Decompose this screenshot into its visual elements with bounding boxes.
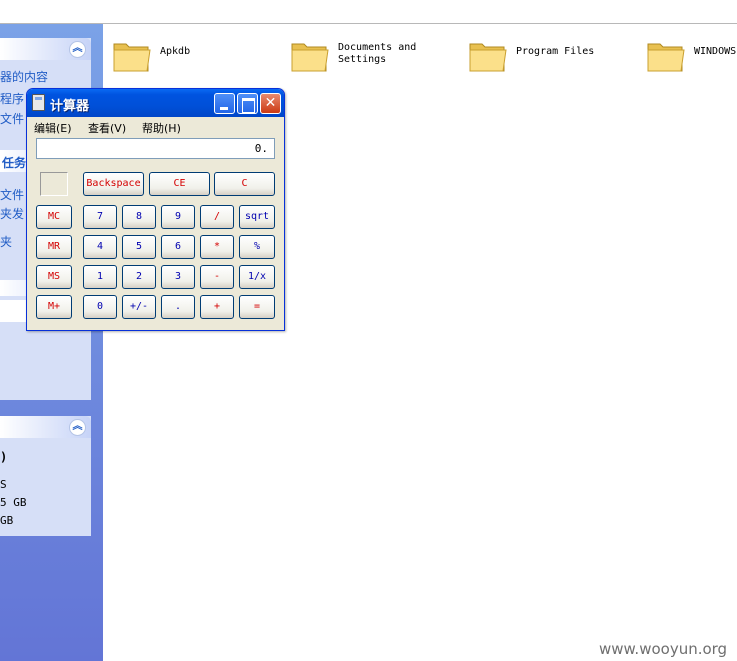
sign-toggle-button[interactable]: +/- [122, 295, 156, 319]
task-link-1[interactable]: 器的内容 [0, 68, 48, 85]
details-line-2: S [0, 478, 7, 491]
digit-8-button[interactable]: 8 [122, 205, 156, 229]
folder-item[interactable]: Apkdb [112, 36, 272, 78]
percent-button[interactable]: % [239, 235, 275, 259]
menu-view[interactable]: 查看(V) [88, 120, 126, 136]
maximize-icon[interactable] [237, 93, 258, 114]
reciprocal-button[interactable]: 1/x [239, 265, 275, 289]
equals-button[interactable]: = [239, 295, 275, 319]
digit-2-button[interactable]: 2 [122, 265, 156, 289]
memory-add-button[interactable]: M+ [36, 295, 72, 319]
digit-3-button[interactable]: 3 [161, 265, 195, 289]
digit-9-button[interactable]: 9 [161, 205, 195, 229]
folder-item[interactable]: Documents and Settings [290, 36, 450, 78]
memory-store-button[interactable]: MS [36, 265, 72, 289]
menu-edit[interactable]: 编辑(E) [34, 120, 72, 136]
memory-indicator [40, 172, 68, 196]
close-icon[interactable]: ✕ [260, 93, 281, 114]
task-link-2[interactable]: 程序 [0, 90, 24, 107]
folder-icon [291, 43, 329, 72]
clear-button[interactable]: C [214, 172, 275, 196]
task-link-6[interactable]: 夹 [0, 233, 12, 250]
add-button[interactable]: + [200, 295, 234, 319]
folder-icon [113, 43, 151, 72]
clear-entry-button[interactable]: CE [149, 172, 210, 196]
folder-item[interactable]: WINDOWS [646, 36, 737, 78]
folder-label: Apkdb [160, 46, 191, 57]
folder-item[interactable]: Program Files [468, 36, 628, 78]
calculator-window: 计算器 ✕ 编辑(E) 查看(V) 帮助(H) 0. Backspace CE … [26, 88, 285, 331]
task-pane-box-1-header[interactable]: ︽ [0, 38, 91, 60]
calculator-title-bar[interactable]: 计算器 ✕ [27, 89, 284, 117]
decimal-point-button[interactable]: . [161, 295, 195, 319]
calculator-display: 0. [36, 138, 275, 159]
digit-0-button[interactable]: 0 [83, 295, 117, 319]
folder-label: WINDOWS [694, 46, 737, 57]
digit-1-button[interactable]: 1 [83, 265, 117, 289]
calculator-title: 计算器 [50, 99, 90, 114]
details-line-4: GB [0, 514, 14, 527]
details-line-1: ) [0, 450, 8, 464]
divide-button[interactable]: / [200, 205, 234, 229]
details-line-3: 5 GB [0, 496, 27, 509]
digit-5-button[interactable]: 5 [122, 235, 156, 259]
calculator-app-icon[interactable] [32, 94, 45, 111]
digit-4-button[interactable]: 4 [83, 235, 117, 259]
digit-7-button[interactable]: 7 [83, 205, 117, 229]
task-link-5[interactable]: 夹发 [0, 205, 24, 222]
task-pane-box-2-title: 任务 [2, 156, 27, 170]
task-link-3[interactable]: 文件 [0, 110, 24, 127]
desktop-window: ︽ 器的内容 程序 文件 任务 文件 夹发 夹 ︽ ) S 5 GB GB Ap… [0, 0, 737, 661]
sqrt-button[interactable]: sqrt [239, 205, 275, 229]
minimize-icon[interactable] [214, 93, 235, 114]
calculator-menu-bar: 编辑(E) 查看(V) 帮助(H) [27, 117, 284, 137]
chevron-up-icon[interactable]: ︽ [69, 419, 86, 436]
digit-6-button[interactable]: 6 [161, 235, 195, 259]
folder-icon [469, 43, 507, 72]
chevron-up-icon[interactable]: ︽ [69, 41, 86, 58]
memory-recall-button[interactable]: MR [36, 235, 72, 259]
task-pane-box-details: ︽ ) S 5 GB GB [0, 416, 91, 536]
subtract-button[interactable]: - [200, 265, 234, 289]
backspace-button[interactable]: Backspace [83, 172, 144, 196]
folder-icon [647, 43, 685, 72]
watermark: www.wooyun.org [599, 640, 728, 658]
memory-clear-button[interactable]: MC [36, 205, 72, 229]
menu-help[interactable]: 帮助(H) [142, 120, 181, 136]
task-link-4[interactable]: 文件 [0, 186, 24, 203]
folder-label: Program Files [516, 46, 595, 57]
task-pane-details-header[interactable]: ︽ [0, 416, 91, 438]
multiply-button[interactable]: * [200, 235, 234, 259]
address-bar-strip [0, 0, 737, 24]
folder-label: Documents and Settings [338, 42, 417, 65]
